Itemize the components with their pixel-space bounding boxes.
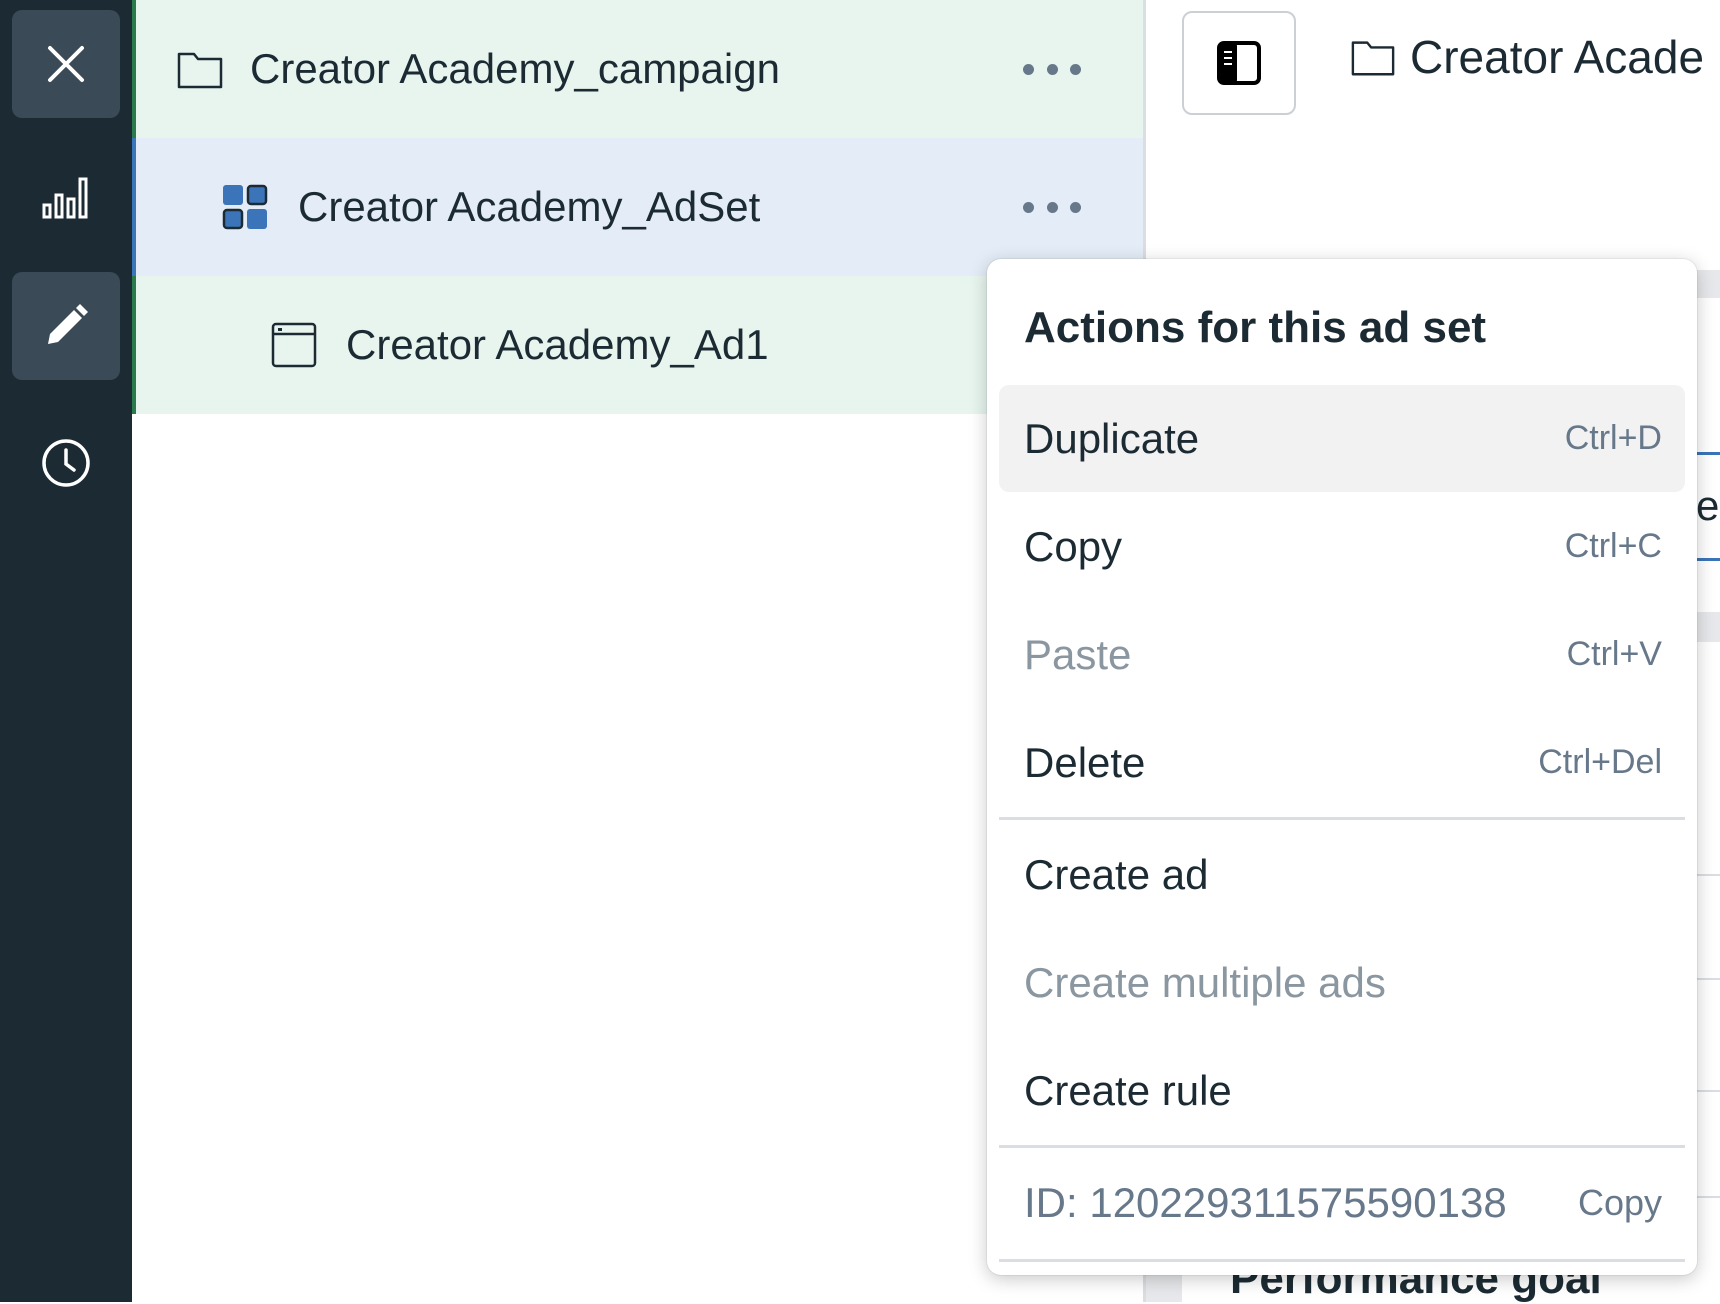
more-dot-icon xyxy=(1070,63,1081,75)
menu-title: Actions for this ad set xyxy=(1024,303,1487,352)
copy-id-button[interactable]: Copy xyxy=(1578,1149,1662,1256)
menu-item-label: Copy xyxy=(1024,523,1123,570)
adset-id-text: ID: 120229311575590138 xyxy=(1024,1179,1507,1226)
ad-window-icon xyxy=(271,322,317,368)
menu-item-create-multiple-ads[interactable]: Create multiple ads xyxy=(999,929,1685,1036)
menu-item-shortcut: Ctrl+C xyxy=(1564,527,1662,565)
campaign-more-button[interactable] xyxy=(1023,46,1081,92)
tree-row-campaign[interactable]: Creator Academy_campaign xyxy=(132,0,1143,138)
background-field-text: e xyxy=(1696,482,1720,529)
menu-item-shortcut: Ctrl+D xyxy=(1564,419,1662,457)
more-dot-icon xyxy=(1023,63,1034,75)
menu-divider xyxy=(999,817,1685,820)
toggle-panel-button[interactable] xyxy=(1182,11,1296,115)
menu-item-paste[interactable]: Paste Ctrl+V xyxy=(999,601,1685,708)
breadcrumb[interactable]: Creator Acade xyxy=(1350,30,1704,84)
more-dot-icon xyxy=(1046,201,1058,213)
menu-item-label: Create ad xyxy=(1024,851,1209,898)
adset-more-button[interactable] xyxy=(1023,184,1081,230)
menu-divider xyxy=(999,1145,1685,1148)
folder-icon xyxy=(1351,41,1395,76)
menu-item-shortcut: Ctrl+V xyxy=(1566,635,1662,673)
close-icon xyxy=(48,46,84,82)
menu-item-delete[interactable]: Delete Ctrl+Del xyxy=(999,709,1685,816)
menu-item-label: Delete xyxy=(1024,739,1146,786)
menu-item-label: Duplicate xyxy=(1024,415,1200,462)
adset-name: Creator Academy_AdSet xyxy=(298,183,761,230)
history-button[interactable] xyxy=(12,409,120,517)
menu-divider xyxy=(999,1259,1685,1262)
tree-row-adset[interactable]: Creator Academy_AdSet xyxy=(132,138,1143,276)
bar-chart-icon xyxy=(42,177,88,219)
menu-item-label: Create multiple ads xyxy=(1024,959,1386,1006)
menu-item-label: Paste xyxy=(1024,631,1132,678)
more-dot-icon xyxy=(1070,201,1081,213)
sidebar-toggle-icon xyxy=(1217,41,1261,85)
campaign-name: Creator Academy_campaign xyxy=(250,45,780,92)
menu-item-label: Create rule xyxy=(1024,1067,1232,1114)
breadcrumb-campaign-name: Creator Acade xyxy=(1410,31,1705,83)
clock-icon xyxy=(42,439,90,487)
more-dot-icon xyxy=(1046,63,1058,75)
menu-item-create-ad[interactable]: Create ad xyxy=(999,821,1685,928)
ad-name: Creator Academy_Ad1 xyxy=(346,321,769,368)
adset-grid-icon xyxy=(222,184,268,230)
more-dot-icon xyxy=(1023,201,1034,213)
folder-icon xyxy=(177,52,223,89)
left-nav-rail xyxy=(0,0,132,1302)
pencil-icon xyxy=(48,304,88,344)
menu-item-create-rule[interactable]: Create rule xyxy=(999,1037,1685,1144)
menu-item-duplicate[interactable]: Duplicate Ctrl+D xyxy=(999,385,1685,492)
close-button[interactable] xyxy=(12,10,120,118)
menu-item-shortcut: Ctrl+Del xyxy=(1538,743,1662,781)
adset-id-row: ID: 120229311575590138 Copy xyxy=(999,1149,1685,1256)
reporting-button[interactable] xyxy=(12,143,120,251)
menu-item-copy[interactable]: Copy Ctrl+C xyxy=(999,493,1685,600)
edit-button[interactable] xyxy=(12,272,120,380)
adset-actions-menu: Actions for this ad set Duplicate Ctrl+D… xyxy=(987,259,1697,1275)
